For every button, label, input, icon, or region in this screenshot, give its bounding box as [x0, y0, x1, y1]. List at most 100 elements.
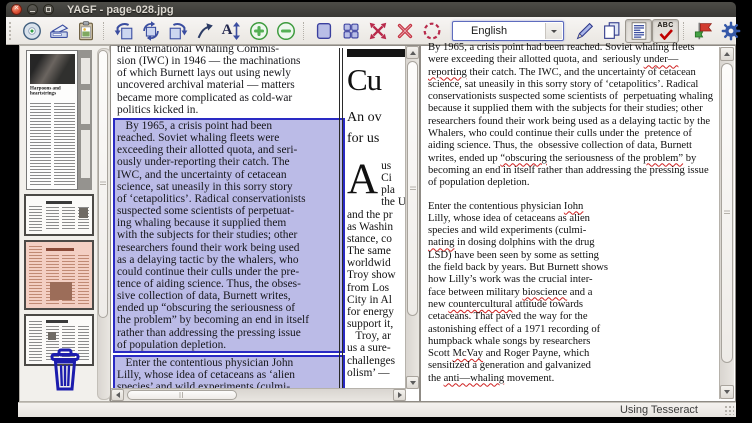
scan-button[interactable] [45, 19, 72, 43]
selected-text-block[interactable]: Enter the contentious physician John Lil… [113, 355, 345, 389]
thumbnail-fragment [81, 90, 90, 124]
ocr-output-panel[interactable]: By 1965, a crisis point had been reached… [420, 45, 736, 402]
scan-text-line: us a sure- [347, 342, 406, 354]
thumbnail-headline-bar [46, 320, 68, 323]
delete-page-dropzone[interactable] [45, 348, 85, 397]
ocr-text-segment: Enter the contentious physician [428, 201, 564, 212]
scan-horizontal-scrollbar[interactable] [111, 388, 406, 401]
paste-image-icon [75, 20, 97, 42]
window-close-button[interactable] [11, 4, 22, 15]
language-select[interactable]: English [452, 21, 564, 41]
scan-text-line: from Los [347, 282, 406, 294]
misspelled-word: bioscience [522, 287, 567, 298]
drop-cap: A [347, 161, 378, 198]
scan-vertical-scrollbar[interactable] [405, 46, 419, 389]
thumbnail-sidebar: Harpoons and heartstrings [19, 45, 110, 402]
thumbnail-page [26, 196, 92, 234]
zoom-in-button[interactable] [245, 19, 272, 43]
page-thumbnail-1[interactable]: Harpoons and heartstrings [26, 50, 92, 190]
thumbnail-text-column [78, 255, 89, 305]
window-maximize-button[interactable] [43, 4, 54, 15]
thumbnail-scrollbar-thumb[interactable] [98, 50, 108, 318]
selected-text-block[interactable]: By 1965, a crisis point had been reached… [113, 118, 345, 353]
thumbnail-fragment [81, 130, 90, 178]
language-select-value: English [453, 25, 507, 37]
ocr-vscroll-thumb[interactable] [721, 63, 733, 363]
font-size-icon: A [222, 21, 242, 41]
thumbnail-text-column [29, 206, 42, 231]
thumbnail-headline-bar [46, 201, 72, 204]
rotate-right-button[interactable] [164, 19, 191, 43]
single-block-button[interactable] [310, 19, 337, 43]
paste-image-button[interactable] [72, 19, 99, 43]
thumbnail-photo [30, 54, 75, 84]
chevron-down-icon [545, 23, 562, 39]
recognize-all-pages-button[interactable] [598, 19, 625, 43]
thumbnail-text-column [29, 321, 42, 361]
article-standfirst: An ov for us [347, 107, 406, 149]
expand-blocks-icon [367, 20, 389, 42]
scroll-right-button[interactable] [393, 389, 406, 401]
multiple-blocks-icon [340, 20, 362, 42]
text-block[interactable]: the International Whaling Commis- sion (… [117, 46, 341, 116]
misspelled-word: nating [428, 237, 454, 248]
scan-text-line: City in Al [347, 294, 406, 306]
window-minimize-button[interactable] [27, 4, 38, 15]
font-size-button[interactable]: A [218, 19, 245, 43]
rotate-left-icon [113, 20, 135, 42]
ocr-paragraph[interactable]: Enter the contentious physician Iohn Lil… [428, 201, 716, 385]
scroll-up-button[interactable] [406, 46, 419, 59]
scan-vscroll-thumb[interactable] [407, 61, 418, 316]
scroll-up-button[interactable] [720, 47, 734, 61]
flag-icon [693, 20, 715, 42]
ocr-vertical-scrollbar[interactable] [719, 47, 734, 399]
titlebar[interactable]: YAGF - page-028.jpg [6, 2, 736, 17]
rotate-180-button[interactable] [137, 19, 164, 43]
scan-image-view[interactable]: the International Whaling Commis- sion (… [110, 45, 420, 402]
resize-grip[interactable] [724, 405, 734, 415]
column-rule [339, 48, 340, 389]
multiple-blocks-button[interactable] [337, 19, 364, 43]
scanned-page[interactable]: the International Whaling Commis- sion (… [111, 46, 406, 389]
page-thumbnail-2[interactable] [24, 194, 94, 236]
scroll-down-button[interactable] [720, 385, 734, 399]
scan-text-line: as Washin [347, 221, 406, 233]
toolbar-handle[interactable] [9, 22, 16, 40]
deskew-button[interactable] [191, 19, 218, 43]
spellcheck-toggle-button[interactable]: ABC [652, 19, 679, 43]
text-layout-toggle-button[interactable] [625, 19, 652, 43]
misspelled-word: anti—whaling [444, 373, 505, 384]
scan-hscroll-thumb[interactable] [127, 390, 237, 400]
rotate-left-button[interactable] [110, 19, 137, 43]
remove-blocks-button[interactable] [391, 19, 418, 43]
window-title: YAGF - page-028.jpg [67, 4, 174, 16]
open-image-button[interactable] [18, 19, 45, 43]
ocr-text-editor[interactable]: By 1965, a crisis point had been reached… [428, 42, 716, 399]
thumbnail-text-column [46, 207, 59, 231]
misspelled-word: Iohn [564, 201, 583, 212]
scroll-down-button[interactable] [406, 376, 419, 389]
recognize-button[interactable] [571, 19, 598, 43]
ocr-paragraph[interactable]: By 1965, a crisis point had been reached… [428, 42, 716, 190]
misspelled-word: McVay [452, 348, 483, 359]
thumbnail-scrollbar[interactable] [97, 48, 111, 400]
thumbnail-page [26, 242, 92, 308]
thumbnail-page: Harpoons and heartstrings [26, 50, 78, 190]
expand-blocks-button[interactable] [364, 19, 391, 43]
misspelled-word: countercultural [448, 299, 512, 310]
toolbar-separator [683, 22, 686, 40]
zoom-out-button[interactable] [272, 19, 299, 43]
analyze-page-icon [421, 20, 443, 42]
deskew-arrow-icon [194, 20, 216, 42]
report-flag-button[interactable] [690, 19, 717, 43]
status-text: Using Tesseract [620, 404, 698, 416]
analyze-page-button[interactable] [418, 19, 445, 43]
thumbnail-text-column [54, 103, 75, 185]
text-page-icon [628, 20, 650, 42]
settings-button[interactable] [717, 19, 744, 43]
article-body: A usCiplathe Uniteand the pras Washinsta… [347, 160, 406, 379]
thumbnail-headline-bar [46, 248, 74, 251]
scroll-left-button[interactable] [111, 389, 124, 401]
page-thumbnail-3-selected[interactable] [24, 240, 94, 310]
scan-text-column-1: the International Whaling Commis- sion (… [117, 46, 341, 389]
